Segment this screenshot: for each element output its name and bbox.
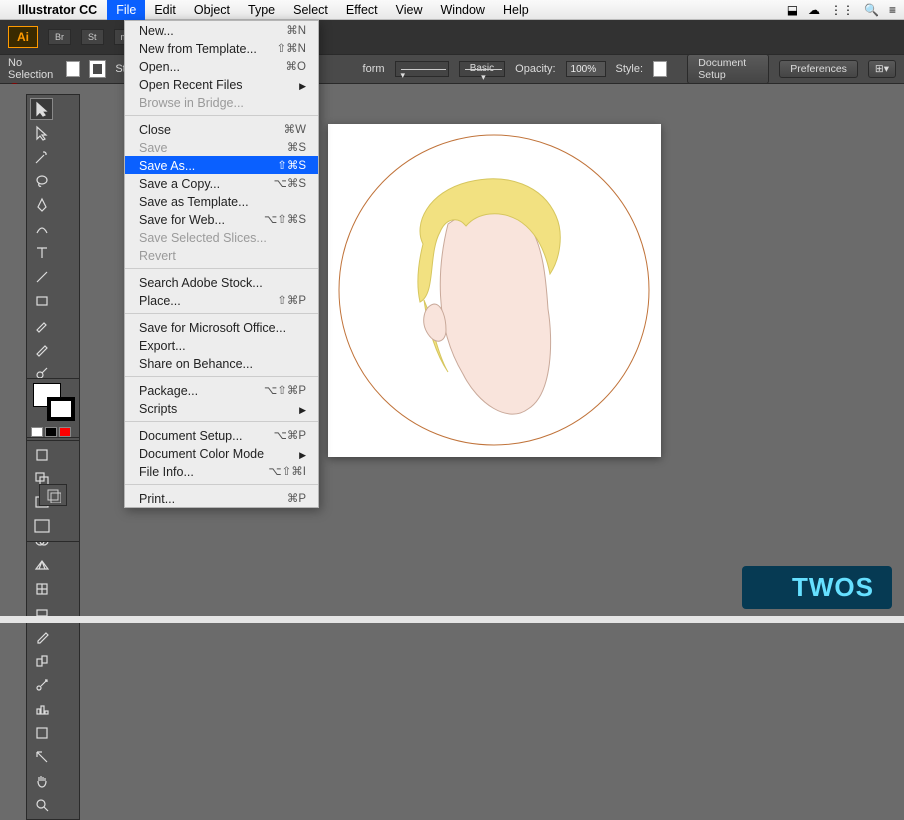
curvature-tool-icon[interactable]	[30, 218, 53, 240]
bridge-button[interactable]: Br	[48, 29, 71, 45]
menu-item-scripts[interactable]: Scripts	[125, 399, 318, 417]
style-swatch[interactable]	[653, 61, 667, 77]
menu-item-search-adobe-stock[interactable]: Search Adobe Stock...	[125, 273, 318, 291]
app-name[interactable]: Illustrator CC	[18, 3, 97, 17]
document-setup-button[interactable]: Document Setup	[687, 54, 769, 84]
menu-object[interactable]: Object	[185, 0, 239, 20]
color-chips	[26, 378, 80, 438]
menu-view[interactable]: View	[387, 0, 432, 20]
menu-item-save-a-copy[interactable]: Save a Copy...⌥⌘S	[125, 174, 318, 192]
menu-item-print[interactable]: Print...⌘P	[125, 489, 318, 507]
paintbrush-tool-icon[interactable]	[30, 314, 53, 336]
menu-item-save-selected-slices: Save Selected Slices...	[125, 228, 318, 246]
menu-type[interactable]: Type	[239, 0, 284, 20]
pencil-tool-icon[interactable]	[30, 338, 53, 360]
menu-item-share-on-behance[interactable]: Share on Behance...	[125, 354, 318, 372]
opacity-input[interactable]	[566, 61, 606, 77]
uniform-label: form	[363, 63, 385, 75]
magic-wand-tool-icon[interactable]	[30, 146, 53, 168]
menu-item-revert: Revert	[125, 246, 318, 264]
menu-item-open-recent-files[interactable]: Open Recent Files	[125, 75, 318, 93]
eyedropper-tool-icon[interactable]	[30, 626, 53, 648]
mac-menubar: Illustrator CC File Edit Object Type Sel…	[0, 0, 904, 20]
wifi-icon[interactable]: ⋮⋮	[830, 3, 854, 17]
color-mode-white[interactable]	[31, 427, 43, 437]
menu-item-save: Save⌘S	[125, 138, 318, 156]
lasso-tool-icon[interactable]	[30, 170, 53, 192]
artboard[interactable]	[328, 124, 661, 457]
hand-tool-icon[interactable]	[30, 770, 53, 792]
search-icon[interactable]: 🔍	[864, 3, 879, 17]
style-name[interactable]: Basic	[459, 61, 505, 77]
artboard-tool-icon[interactable]	[30, 722, 53, 744]
menu-file[interactable]: File	[107, 0, 145, 20]
stroke-chip[interactable]	[47, 397, 75, 421]
menu-effect[interactable]: Effect	[337, 0, 387, 20]
edit-toolbar-icon[interactable]	[39, 484, 67, 506]
type-tool-icon[interactable]	[30, 242, 53, 264]
preferences-button[interactable]: Preferences	[779, 60, 858, 78]
watermark-logo: TWOS	[742, 566, 892, 609]
cloud-icon[interactable]: ☁	[808, 3, 820, 17]
illustrator-logo-icon: Ai	[8, 26, 38, 48]
file-menu-dropdown: New...⌘NNew from Template...⇧⌘NOpen...⌘O…	[124, 20, 319, 508]
menu-window[interactable]: Window	[432, 0, 494, 20]
menu-item-document-setup[interactable]: Document Setup...⌥⌘P	[125, 426, 318, 444]
menu-item-save-for-microsoft-office[interactable]: Save for Microsoft Office...	[125, 318, 318, 336]
screen-full-icon[interactable]	[30, 516, 53, 538]
menu-item-file-info[interactable]: File Info...⌥⇧⌘I	[125, 462, 318, 480]
align-button[interactable]: ⊞▾	[868, 60, 896, 78]
menu-item-save-as[interactable]: Save As...⇧⌘S	[125, 156, 318, 174]
menu-item-open[interactable]: Open...⌘O	[125, 57, 318, 75]
fill-swatch[interactable]	[66, 61, 80, 77]
symbol-sprayer-tool-icon[interactable]	[30, 674, 53, 696]
bottom-strip	[0, 616, 904, 623]
stroke-swatch[interactable]	[90, 61, 105, 77]
draw-mode-icon[interactable]	[30, 444, 53, 466]
perspective-grid-tool-icon[interactable]	[30, 554, 53, 576]
opacity-label: Opacity:	[515, 63, 555, 75]
zoom-tool-icon[interactable]	[30, 794, 53, 816]
stock-button[interactable]: St	[81, 29, 104, 45]
pen-tool-icon[interactable]	[30, 194, 53, 216]
menu-help[interactable]: Help	[494, 0, 538, 20]
brush-def[interactable]	[395, 61, 449, 77]
dropbox-icon[interactable]: ⬓	[787, 3, 798, 17]
color-mode-black[interactable]	[45, 427, 57, 437]
menu-item-browse-in-bridge: Browse in Bridge...	[125, 93, 318, 111]
column-graph-tool-icon[interactable]	[30, 698, 53, 720]
slice-tool-icon[interactable]	[30, 746, 53, 768]
menu-item-package[interactable]: Package...⌥⇧⌘P	[125, 381, 318, 399]
color-mode-none[interactable]	[59, 427, 71, 437]
menu-item-new[interactable]: New...⌘N	[125, 21, 318, 39]
menu-item-export[interactable]: Export...	[125, 336, 318, 354]
selection-tool-icon[interactable]	[30, 98, 53, 120]
selection-status: No Selection	[8, 57, 56, 81]
rectangle-tool-icon[interactable]	[30, 290, 53, 312]
style-label: Style:	[616, 63, 644, 75]
menu-item-save-as-template[interactable]: Save as Template...	[125, 192, 318, 210]
menu-select[interactable]: Select	[284, 0, 337, 20]
menu-item-close[interactable]: Close⌘W	[125, 120, 318, 138]
direct-selection-tool-icon[interactable]	[30, 122, 53, 144]
menu-edit[interactable]: Edit	[145, 0, 185, 20]
mesh-tool-icon[interactable]	[30, 578, 53, 600]
menu-item-new-from-template[interactable]: New from Template...⇧⌘N	[125, 39, 318, 57]
blend-tool-icon[interactable]	[30, 650, 53, 672]
line-tool-icon[interactable]	[30, 266, 53, 288]
menu-item-save-for-web[interactable]: Save for Web...⌥⇧⌘S	[125, 210, 318, 228]
menu-item-place[interactable]: Place...⇧⌘P	[125, 291, 318, 309]
status-icons: ⬓ ☁ ⋮⋮ 🔍 ≡	[787, 3, 896, 17]
menu-icon[interactable]: ≡	[889, 3, 896, 17]
menu-item-document-color-mode[interactable]: Document Color Mode	[125, 444, 318, 462]
